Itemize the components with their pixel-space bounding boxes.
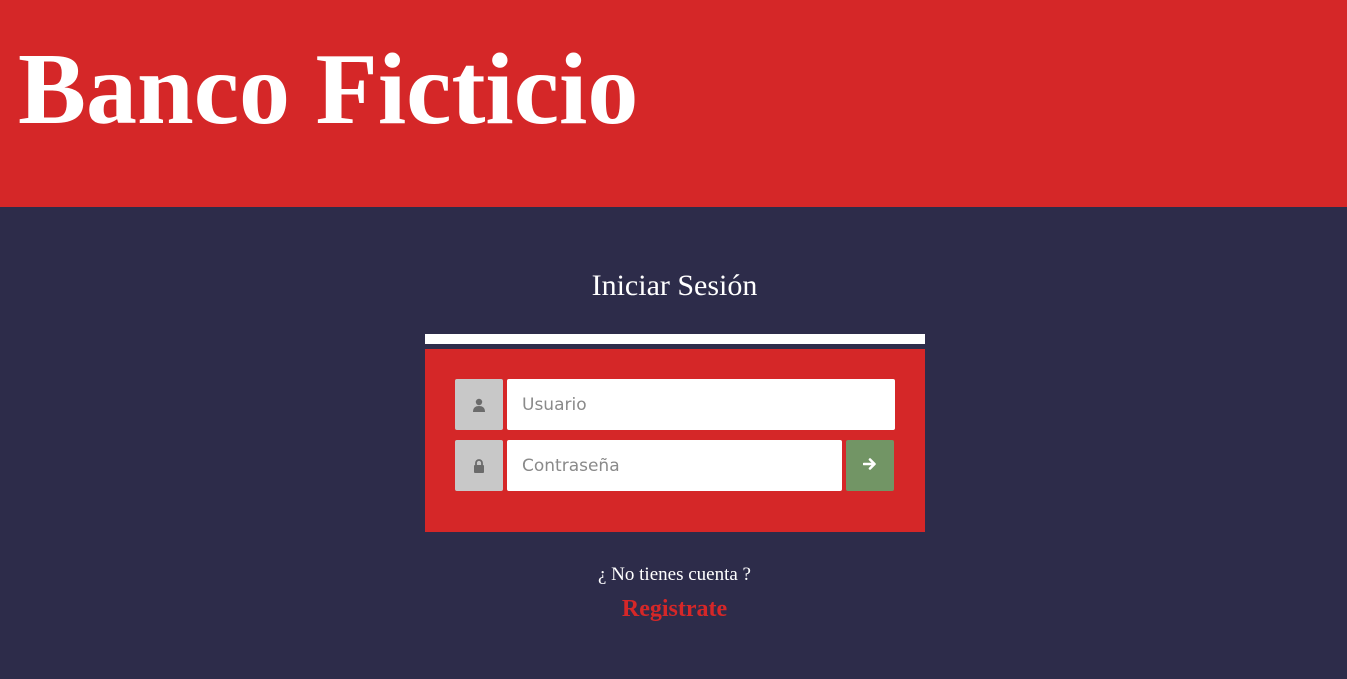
username-input[interactable]	[507, 379, 895, 430]
login-form	[425, 349, 925, 532]
lock-icon	[455, 440, 503, 491]
user-icon	[455, 379, 503, 430]
site-header: Banco Ficticio	[0, 0, 1347, 207]
brand-title: Banco Ficticio	[18, 33, 639, 146]
login-submit-button[interactable]	[846, 440, 894, 491]
no-account-text: ¿ No tienes cuenta ?	[598, 564, 751, 585]
form-top-divider	[425, 334, 925, 344]
arrow-right-icon	[862, 457, 877, 474]
register-link[interactable]: Registrate	[622, 596, 727, 622]
register-link-container: Registrate	[0, 594, 1347, 624]
password-input[interactable]	[507, 440, 842, 491]
login-title: Iniciar Sesión	[591, 269, 758, 302]
